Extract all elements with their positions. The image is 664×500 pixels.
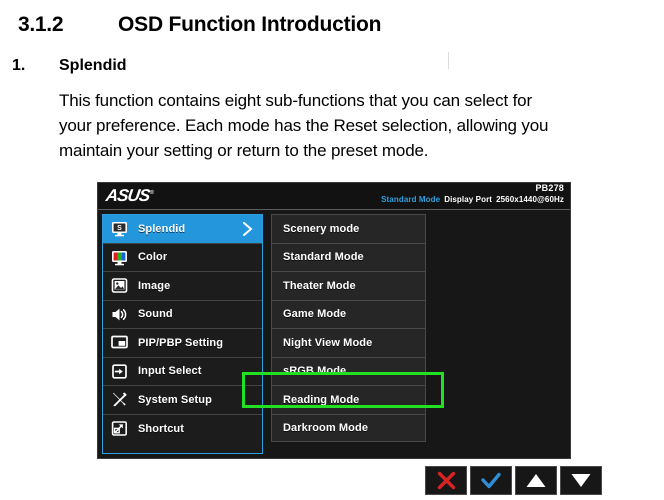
sidebar-item-sound[interactable]: Sound xyxy=(103,301,262,329)
paragraph-line: your preference. Each mode has the Reset… xyxy=(59,116,549,135)
paragraph-line: maintain your setting or return to the p… xyxy=(59,141,429,160)
svg-text:S: S xyxy=(117,225,122,232)
section-heading: 3.1.2 OSD Function Introduction xyxy=(18,13,381,37)
sidebar-item-label: Image xyxy=(138,279,171,292)
sidebar-item-splendid[interactable]: S Splendid xyxy=(103,215,262,244)
sidebar-item-label: Color xyxy=(138,251,168,264)
submenu-item-label: Scenery mode xyxy=(283,222,360,235)
list-item-number: 1. xyxy=(12,57,26,74)
osd-button-bar xyxy=(425,466,602,495)
monitor-model-label: PB278 xyxy=(535,183,564,193)
up-button[interactable] xyxy=(515,466,557,495)
pip-pbp-icon xyxy=(110,333,129,352)
sidebar-item-label: Input Select xyxy=(138,365,202,378)
section-number: 3.1.2 xyxy=(18,13,64,36)
osd-panel: ASUS PB278 Standard ModeDisplay Port2560… xyxy=(97,182,571,459)
body-paragraph: This function contains eight sub-functio… xyxy=(59,88,664,163)
submenu-item-scenery-mode[interactable]: Scenery mode xyxy=(271,214,426,243)
splendid-monitor-icon: S xyxy=(110,219,129,238)
submenu-item-game-mode[interactable]: Game Mode xyxy=(271,299,426,328)
submenu-item-srgb-mode[interactable]: sRGB Mode xyxy=(271,356,426,385)
submenu-item-label: Standard Mode xyxy=(283,251,364,264)
speaker-icon xyxy=(110,305,129,324)
sidebar-item-pip-pbp-setting[interactable]: PIP/PBP Setting xyxy=(103,329,262,358)
checkmark-icon xyxy=(480,471,502,491)
submenu-item-theater-mode[interactable]: Theater Mode xyxy=(271,271,426,300)
section-title: OSD Function Introduction xyxy=(118,13,382,36)
close-button[interactable] xyxy=(425,466,467,495)
sidebar-item-label: Splendid xyxy=(138,222,186,235)
down-button[interactable] xyxy=(560,466,602,495)
sidebar-item-image[interactable]: Image xyxy=(103,272,262,301)
sidebar-item-shortcut[interactable]: Shortcut xyxy=(103,415,262,444)
osd-header: ASUS PB278 Standard ModeDisplay Port2560… xyxy=(98,183,570,210)
status-source: Display Port xyxy=(444,195,493,204)
sidebar-item-label: System Setup xyxy=(138,393,212,406)
confirm-button[interactable] xyxy=(470,466,512,495)
color-bars-icon xyxy=(110,248,129,267)
triangle-up-icon xyxy=(525,472,547,489)
submenu-item-darkroom-mode[interactable]: Darkroom Mode xyxy=(271,413,426,442)
wrench-screwdriver-icon xyxy=(110,390,129,409)
image-picture-icon xyxy=(110,276,129,295)
list-item-heading: 1. Splendid xyxy=(12,57,127,75)
input-arrow-icon xyxy=(110,362,129,381)
osd-submenu-splendid: Scenery mode Standard Mode Theater Mode … xyxy=(271,214,426,454)
sidebar-item-label: Sound xyxy=(138,308,173,321)
text-cursor-artifact xyxy=(448,52,449,69)
sidebar-item-input-select[interactable]: Input Select xyxy=(103,358,262,386)
submenu-item-label: Theater Mode xyxy=(283,279,356,292)
shortcut-squares-icon xyxy=(110,419,129,438)
triangle-down-icon xyxy=(570,472,592,489)
asus-logo: ASUS xyxy=(105,186,154,206)
osd-sidebar: S Splendid Color Image Sound PIP/PBP Set… xyxy=(102,214,263,454)
submenu-item-label: sRGB Mode xyxy=(283,365,347,378)
submenu-item-label: Darkroom Mode xyxy=(283,421,369,434)
submenu-item-reading-mode[interactable]: Reading Mode xyxy=(271,385,426,414)
submenu-item-label: Game Mode xyxy=(283,308,347,321)
status-mode: Standard Mode xyxy=(381,195,441,204)
submenu-item-label: Night View Mode xyxy=(283,336,373,349)
sidebar-item-label: PIP/PBP Setting xyxy=(138,336,224,349)
submenu-item-label: Reading Mode xyxy=(283,393,360,406)
sidebar-item-system-setup[interactable]: System Setup xyxy=(103,386,262,415)
list-item-title: Splendid xyxy=(59,57,127,74)
paragraph-line: This function contains eight sub-functio… xyxy=(59,91,532,110)
osd-body: S Splendid Color Image Sound PIP/PBP Set… xyxy=(98,210,570,460)
status-resolution: 2560x1440@60Hz xyxy=(496,195,564,204)
sidebar-item-color[interactable]: Color xyxy=(103,244,262,272)
cross-icon xyxy=(436,470,457,491)
submenu-item-standard-mode[interactable]: Standard Mode xyxy=(271,242,426,271)
chevron-right-icon xyxy=(242,221,253,236)
sidebar-item-label: Shortcut xyxy=(138,422,185,435)
osd-status-bar: Standard Mode Display Port 2560x1440@60Hz xyxy=(381,195,564,204)
submenu-item-night-view-mode[interactable]: Night View Mode xyxy=(271,328,426,357)
